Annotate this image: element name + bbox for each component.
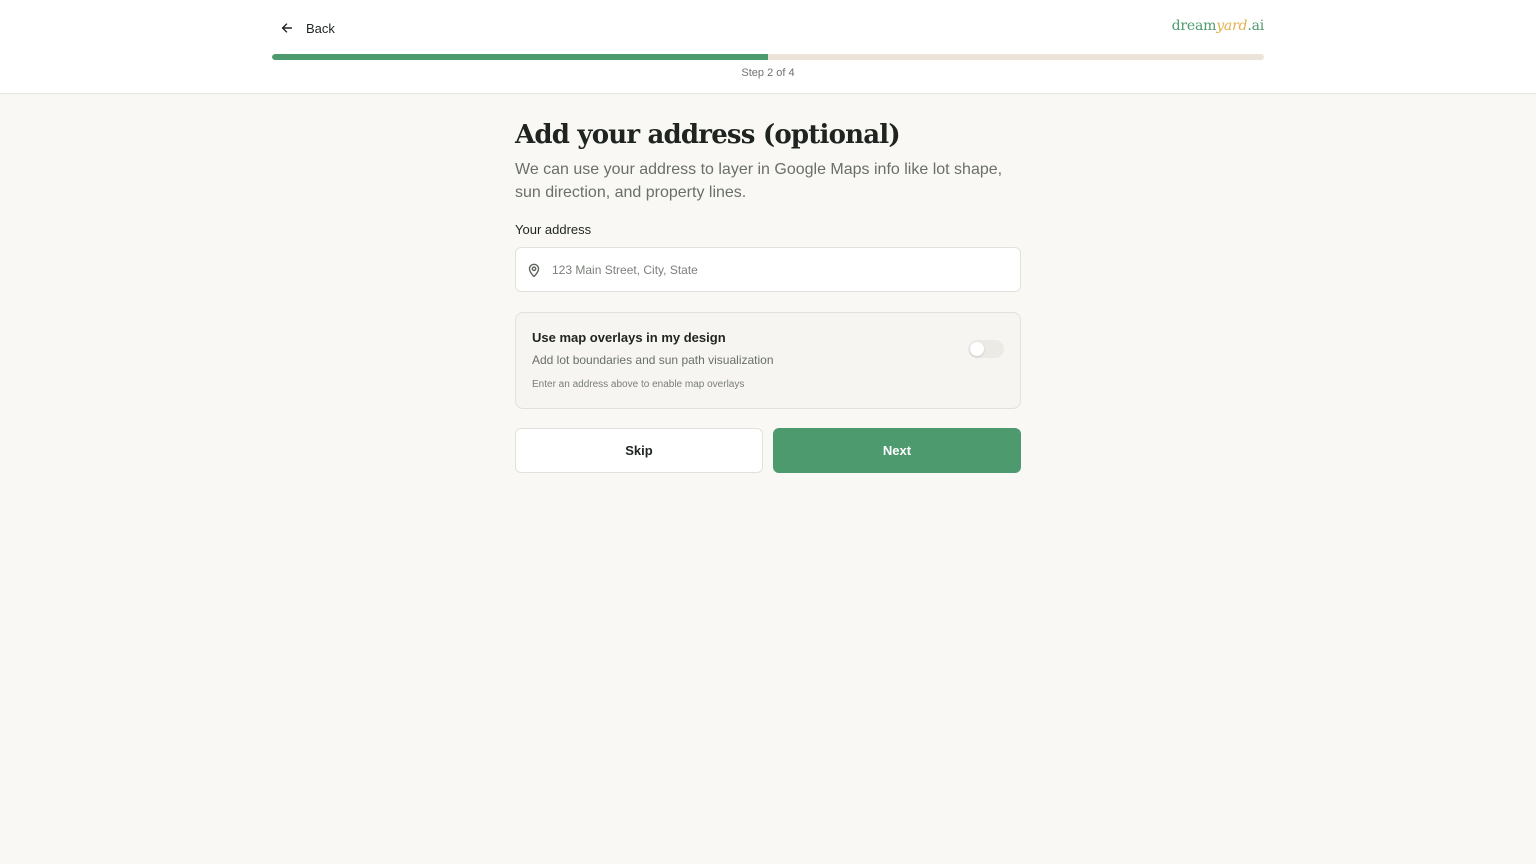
overlay-title: Use map overlays in my design xyxy=(532,330,726,345)
address-label: Your address xyxy=(515,222,592,237)
logo-part-3: .ai xyxy=(1247,18,1264,34)
logo[interactable]: dreamyard.ai xyxy=(1171,18,1265,34)
step-indicator: Step 2 of 4 xyxy=(741,67,795,79)
progress-bar xyxy=(272,54,1264,60)
logo-part-1: dream xyxy=(1171,18,1217,34)
header: Back dreamyard.ai Step 2 of 4 xyxy=(0,0,1536,94)
form-actions: Skip Next xyxy=(515,428,1021,473)
address-input[interactable] xyxy=(552,249,992,290)
back-label: Back xyxy=(306,20,335,36)
back-button[interactable]: Back xyxy=(280,16,335,40)
logo-part-2: yard xyxy=(1216,18,1248,34)
map-pin-icon xyxy=(528,263,540,277)
arrow-left-icon xyxy=(281,23,293,33)
progress-fill xyxy=(272,54,768,60)
page-subtitle: We can use your address to layer in Goog… xyxy=(515,161,1003,201)
address-form: Add your address (optional) We can use y… xyxy=(515,118,1021,473)
map-overlay-toggle[interactable] xyxy=(968,340,1004,358)
map-overlay-card: Use map overlays in my design Add lot bo… xyxy=(515,312,1021,409)
toggle-knob xyxy=(970,342,984,356)
skip-button[interactable]: Skip xyxy=(515,428,763,473)
overlay-hint: Enter an address above to enable map ove… xyxy=(532,379,745,390)
page-title: Add your address (optional) xyxy=(515,120,901,150)
next-button[interactable]: Next xyxy=(773,428,1021,473)
address-field[interactable] xyxy=(515,247,1021,292)
overlay-description: Add lot boundaries and sun path visualiz… xyxy=(532,353,774,367)
